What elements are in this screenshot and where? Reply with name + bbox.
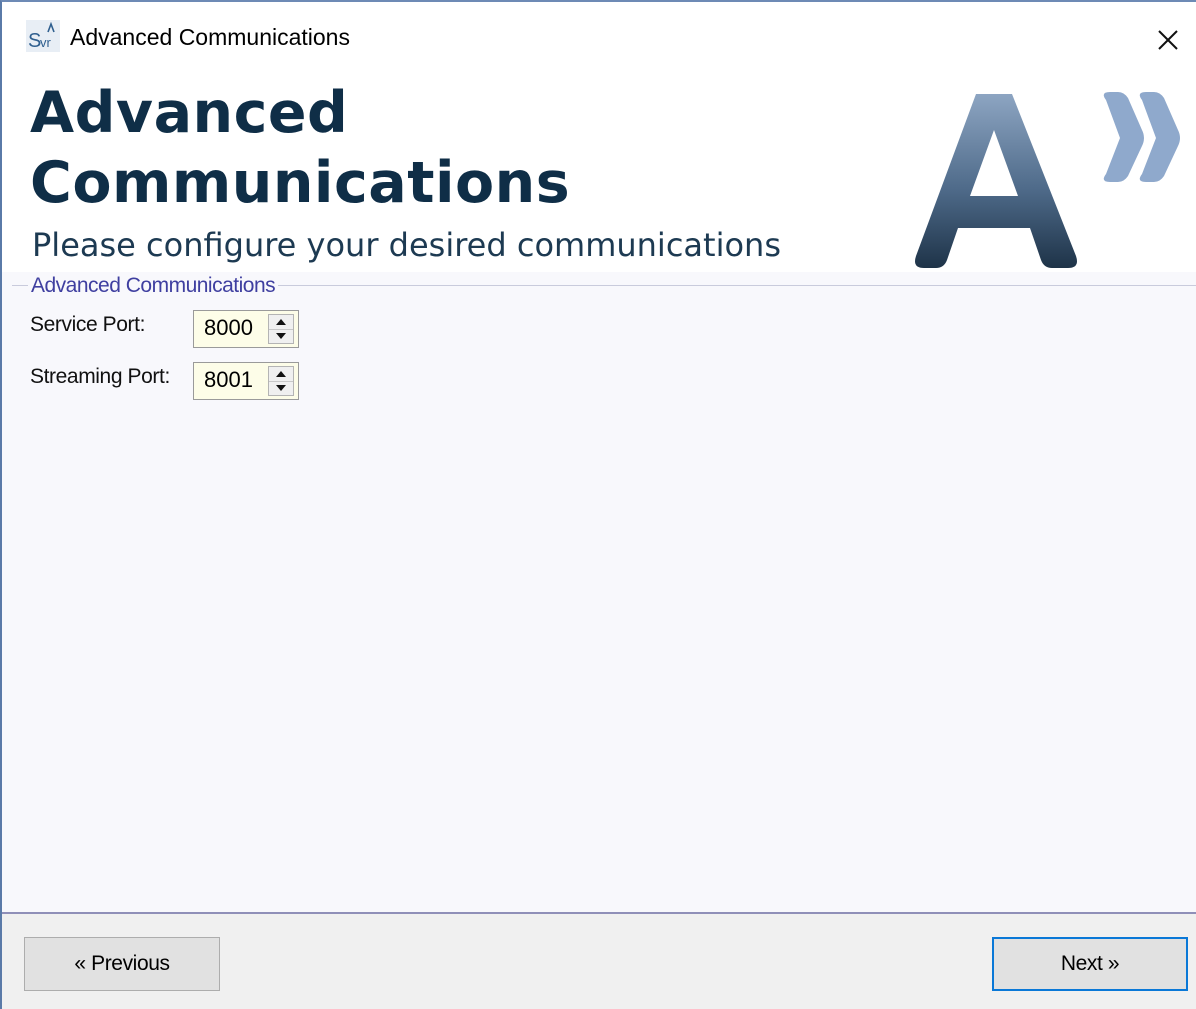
previous-button[interactable]: « Previous (24, 937, 220, 991)
title-bar: S vr Advanced Communications (2, 2, 1196, 74)
arrow-up-icon (276, 319, 286, 325)
content-panel (2, 272, 1196, 912)
page-title-line1: Advanced (30, 80, 349, 146)
streaming-port-stepper[interactable] (193, 362, 299, 400)
window-title: Advanced Communications (70, 24, 350, 50)
service-port-label: Service Port: (30, 313, 146, 336)
arrow-down-icon (276, 333, 286, 339)
page-subtitle: Please configure your desired communicat… (32, 226, 781, 264)
wizard-window: S vr Advanced Communications Advanced Co… (0, 0, 1196, 1009)
close-icon[interactable] (1148, 20, 1188, 60)
groupbox-legend: Advanced Communications (28, 274, 279, 298)
service-port-decrement-button[interactable] (269, 329, 293, 343)
streaming-port-label: Streaming Port: (30, 365, 170, 388)
streaming-port-increment-button[interactable] (269, 367, 293, 382)
service-port-spin-buttons (268, 314, 294, 344)
page-title: Advanced Communications (30, 78, 570, 218)
advanced-a-logo-icon (915, 92, 1180, 268)
streaming-port-spin-buttons (268, 366, 294, 396)
streaming-port-input[interactable] (198, 365, 266, 395)
arrow-down-icon (276, 385, 286, 391)
streaming-port-decrement-button[interactable] (269, 381, 293, 395)
service-port-stepper[interactable] (193, 310, 299, 348)
svg-text:vr: vr (40, 35, 52, 50)
next-button[interactable]: Next » (992, 937, 1188, 991)
service-port-input[interactable] (198, 313, 266, 343)
page-title-line2: Communications (30, 150, 571, 216)
service-port-increment-button[interactable] (269, 315, 293, 330)
arrow-up-icon (276, 371, 286, 377)
app-icon: S vr (26, 20, 60, 52)
